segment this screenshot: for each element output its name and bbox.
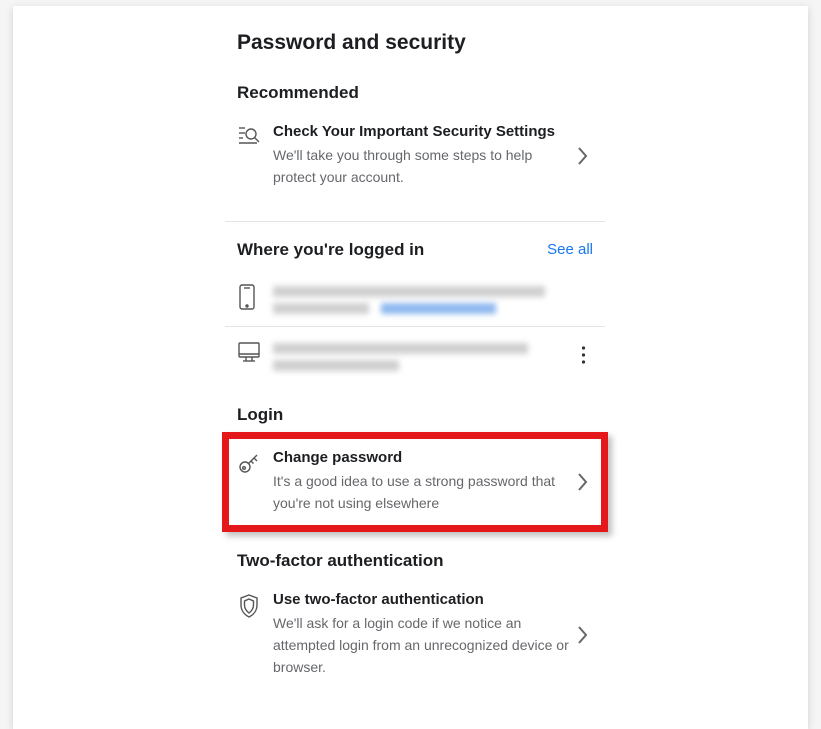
row-change-title: Change password (273, 449, 573, 466)
more-options-icon[interactable] (573, 345, 593, 365)
desktop-device-icon (237, 339, 265, 363)
session-mobile-body (265, 282, 593, 314)
section-recommended-title: Recommended (237, 83, 359, 103)
chevron-right-icon (573, 146, 593, 166)
section-login-title: Login (237, 405, 283, 425)
settings-card: Password and security Recommended Check … (13, 6, 808, 729)
section-sessions-header: Where you're logged in See all (225, 240, 605, 260)
row-check-title: Check Your Important Security Settings (273, 123, 573, 140)
session-desktop-body (265, 339, 573, 371)
section-sessions-title: Where you're logged in (237, 240, 424, 260)
chevron-right-icon (573, 472, 593, 492)
row-change-body: Change password It's a good idea to use … (265, 449, 573, 515)
chevron-right-icon (573, 625, 593, 645)
session-row-desktop[interactable] (225, 326, 605, 383)
row-change-password[interactable]: Change password It's a good idea to use … (225, 435, 605, 529)
section-twofa-header: Two-factor authentication (225, 551, 605, 571)
section-twofa-title: Two-factor authentication (237, 551, 444, 571)
row-change-desc: It's a good idea to use a strong passwor… (273, 470, 573, 515)
row-check-security[interactable]: Check Your Important Security Settings W… (225, 113, 605, 199)
search-list-icon (237, 123, 265, 147)
row-check-desc: We'll take you through some steps to hel… (273, 144, 573, 189)
row-twofa-body: Use two-factor authentication We'll ask … (265, 591, 573, 679)
section-login-header: Login (225, 405, 605, 425)
see-all-link[interactable]: See all (547, 241, 593, 258)
session-row-mobile[interactable] (225, 270, 605, 326)
content-column: Password and security Recommended Check … (225, 31, 605, 689)
key-icon (237, 449, 265, 475)
shield-icon (237, 591, 265, 619)
change-password-highlight: Change password It's a good idea to use … (225, 435, 605, 529)
mobile-device-icon (237, 282, 265, 310)
row-twofa-desc: We'll ask for a login code if we notice … (273, 612, 573, 679)
row-twofa-title: Use two-factor authentication (273, 591, 573, 608)
row-check-body: Check Your Important Security Settings W… (265, 123, 573, 189)
page-title: Password and security (237, 31, 605, 55)
section-recommended-header: Recommended (225, 83, 605, 103)
section-sessions: Where you're logged in See all (225, 221, 605, 383)
